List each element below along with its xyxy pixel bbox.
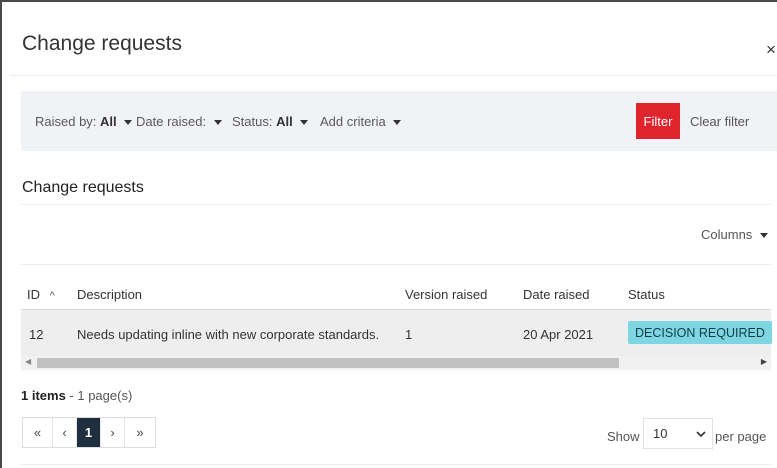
- pagination: « ‹ 1 › »: [22, 417, 156, 448]
- caret-down-icon: [124, 120, 133, 126]
- caret-down-icon: [213, 120, 222, 126]
- scrollbar-thumb[interactable]: [37, 358, 619, 368]
- pagination-summary: 1 items - 1 page(s): [21, 388, 132, 403]
- caret-down-icon: [759, 233, 768, 239]
- date-raised-label: Date raised:: [136, 114, 207, 129]
- section-divider: [21, 204, 771, 205]
- caret-down-icon: [393, 120, 402, 126]
- sort-asc-icon[interactable]: ^: [50, 290, 55, 302]
- change-requests-dialog: Change requests × Raised by: All Date ra…: [0, 0, 777, 468]
- cell-version-raised: 1: [405, 327, 413, 342]
- raised-by-label: Raised by:: [35, 114, 97, 129]
- footer-divider: [21, 464, 771, 465]
- scroll-left-icon[interactable]: ◀: [25, 357, 31, 366]
- column-header-date-raised[interactable]: Date raised: [523, 287, 589, 302]
- next-page-button[interactable]: ›: [101, 418, 125, 447]
- scroll-right-icon[interactable]: ▶: [761, 357, 767, 366]
- previous-page-button[interactable]: ‹: [53, 418, 77, 447]
- chevron-down-icon: [696, 431, 706, 438]
- status-badge: DECISION REQUIRED: [628, 321, 772, 344]
- column-header-status[interactable]: Status: [628, 287, 665, 302]
- first-page-button[interactable]: «: [23, 418, 53, 447]
- cell-date-raised: 20 Apr 2021: [523, 327, 594, 342]
- items-count: 1 items: [21, 388, 66, 403]
- cell-description: Needs updating inline with new corporate…: [77, 327, 380, 342]
- add-criteria-label: Add criteria: [320, 114, 386, 129]
- per-page-select[interactable]: 10: [643, 418, 713, 449]
- status-label: Status:: [232, 114, 273, 129]
- caret-down-icon: [300, 120, 309, 126]
- pages-count: - 1 page(s): [65, 388, 133, 403]
- section-title: Change requests: [22, 179, 144, 196]
- raised-by-filter[interactable]: Raised by: All: [35, 114, 133, 129]
- horizontal-scrollbar[interactable]: ◀ ▶: [21, 356, 771, 370]
- status-filter[interactable]: Status: All: [232, 114, 309, 129]
- column-header-id-label: ID: [27, 287, 40, 302]
- column-header-id[interactable]: ID ^: [27, 287, 55, 302]
- dialog-title: Change requests: [22, 32, 182, 55]
- per-page-label: per page: [715, 429, 767, 444]
- per-page-value: 10: [653, 426, 668, 441]
- columns-label: Columns: [701, 227, 753, 242]
- raised-by-value: All: [100, 114, 117, 129]
- filter-button[interactable]: Filter: [636, 103, 680, 139]
- add-criteria-dropdown[interactable]: Add criteria: [320, 114, 402, 129]
- filter-bar: Raised by: All Date raised: Status: All …: [21, 91, 777, 151]
- header-divider: [10, 75, 777, 76]
- cell-id: 12: [29, 327, 44, 342]
- last-page-button[interactable]: »: [125, 418, 155, 447]
- column-header-version-raised[interactable]: Version raised: [405, 287, 487, 302]
- columns-button[interactable]: Columns: [701, 227, 768, 242]
- date-raised-filter[interactable]: Date raised:: [136, 114, 222, 129]
- toolbar-divider: [21, 264, 771, 265]
- page-button-current[interactable]: 1: [77, 418, 101, 447]
- show-label: Show: [607, 429, 640, 444]
- column-header-description[interactable]: Description: [77, 287, 142, 302]
- close-icon[interactable]: ×: [766, 40, 776, 60]
- status-value: All: [276, 114, 293, 129]
- clear-filter-button[interactable]: Clear filter: [690, 114, 749, 129]
